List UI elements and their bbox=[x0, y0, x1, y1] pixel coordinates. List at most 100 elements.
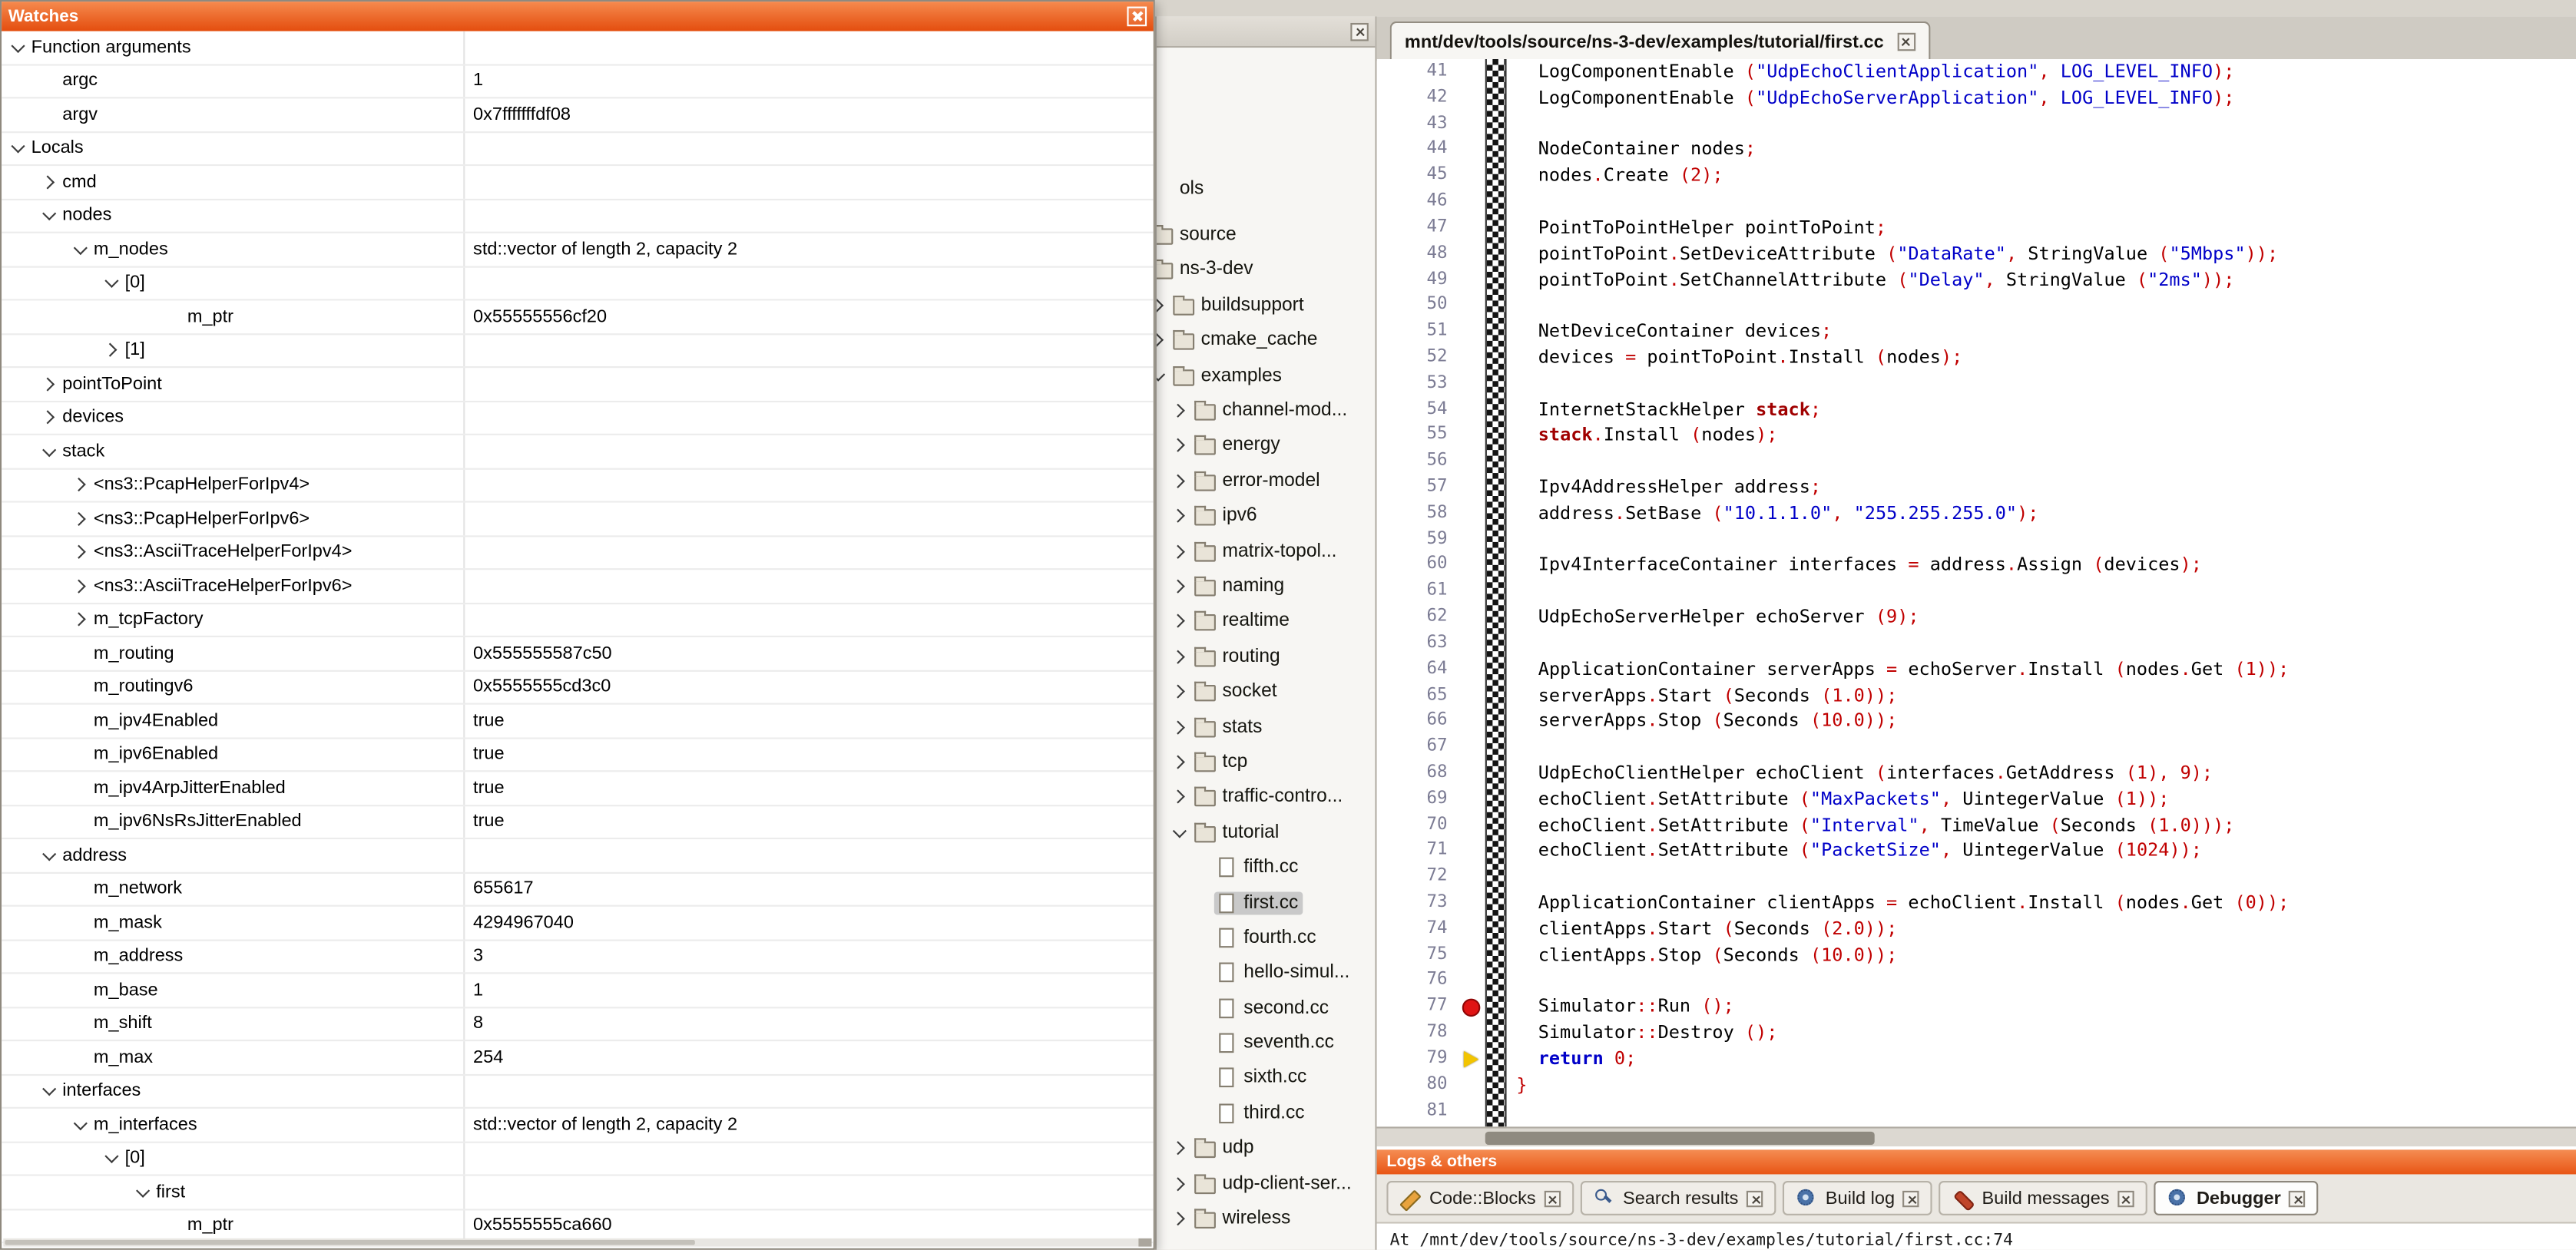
tree-item[interactable]: error-model bbox=[1157, 463, 1376, 498]
watch-row[interactable]: <ns3::AsciiTraceHelperForIpv4> bbox=[2, 536, 1154, 570]
watch-row[interactable]: Locals bbox=[2, 132, 1154, 166]
watch-value[interactable] bbox=[465, 166, 1153, 198]
watch-row[interactable]: m_base1 bbox=[2, 974, 1154, 1007]
watch-row[interactable]: Function arguments bbox=[2, 31, 1154, 65]
watch-value[interactable] bbox=[465, 31, 1153, 64]
tree-item[interactable]: stats bbox=[1157, 709, 1376, 745]
watch-row[interactable]: [0] bbox=[2, 267, 1154, 301]
watch-row[interactable]: <ns3::PcapHelperForIpv4> bbox=[2, 469, 1154, 503]
chevron-right-icon[interactable] bbox=[1170, 399, 1193, 422]
chevron-right-icon[interactable] bbox=[1170, 1172, 1193, 1195]
watch-row[interactable]: first bbox=[2, 1176, 1154, 1210]
watch-value[interactable]: 254 bbox=[465, 1041, 1153, 1073]
logs-tab-code-blocks[interactable]: Code::Blocks bbox=[1386, 1181, 1573, 1215]
chevron-right-icon[interactable] bbox=[1170, 716, 1193, 739]
chevron-right-icon[interactable] bbox=[39, 372, 62, 395]
tree-item[interactable]: examples bbox=[1157, 358, 1376, 393]
watch-value[interactable] bbox=[465, 1176, 1153, 1209]
tree-item[interactable]: routing bbox=[1157, 639, 1376, 674]
horizontal-scrollbar-thumb[interactable] bbox=[1485, 1132, 1875, 1145]
watch-value[interactable]: true bbox=[465, 772, 1153, 804]
watches-scrollbar-thumb[interactable] bbox=[5, 1240, 694, 1245]
logs-tab-debugger[interactable]: Debugger bbox=[2154, 1181, 2319, 1215]
tree-item[interactable]: realtime bbox=[1157, 604, 1376, 640]
tab-close-icon[interactable] bbox=[2289, 1190, 2305, 1206]
watch-value[interactable] bbox=[465, 334, 1153, 366]
watch-row[interactable]: m_ptr0x55555556cf20 bbox=[2, 300, 1154, 334]
chevron-right-icon[interactable] bbox=[1170, 680, 1193, 703]
horizontal-scrollbar[interactable] bbox=[1377, 1126, 2576, 1146]
chevron-right-icon[interactable] bbox=[1170, 610, 1193, 633]
watch-value[interactable]: true bbox=[465, 705, 1153, 737]
tree-item[interactable]: fifth.cc bbox=[1157, 850, 1376, 885]
tree-item[interactable]: fourth.cc bbox=[1157, 920, 1376, 955]
close-icon[interactable] bbox=[1350, 22, 1369, 41]
tree-item[interactable]: second.cc bbox=[1157, 990, 1376, 1026]
tree-item[interactable]: tcp bbox=[1157, 745, 1376, 780]
watch-value[interactable] bbox=[465, 132, 1153, 164]
watch-row[interactable]: cmd bbox=[2, 166, 1154, 200]
watch-row[interactable]: m_network655617 bbox=[2, 873, 1154, 907]
code-editor[interactable]: 4142434445464748495051525354555657585960… bbox=[1377, 59, 2576, 1126]
watch-row[interactable]: stack bbox=[2, 435, 1154, 469]
watch-row[interactable]: m_routingv60x5555555cd3c0 bbox=[2, 671, 1154, 705]
watch-value[interactable]: 0x55555556cf20 bbox=[465, 300, 1153, 332]
tab-close-icon[interactable] bbox=[1544, 1190, 1560, 1206]
watches-scrollbar[interactable] bbox=[3, 1238, 1151, 1247]
chevron-right-icon[interactable] bbox=[1170, 435, 1193, 458]
chevron-right-icon[interactable] bbox=[71, 507, 94, 530]
tree-item[interactable]: socket bbox=[1157, 674, 1376, 709]
tree-item[interactable]: udp bbox=[1157, 1131, 1376, 1166]
tab-close-icon[interactable] bbox=[1903, 1190, 1919, 1206]
watch-value[interactable] bbox=[465, 1075, 1153, 1107]
watch-value[interactable]: 0x7fffffffdf08 bbox=[465, 98, 1153, 131]
watch-row[interactable]: m_ipv4Enabledtrue bbox=[2, 705, 1154, 739]
watch-value[interactable] bbox=[465, 435, 1153, 468]
watch-row[interactable]: m_interfacesstd::vector of length 2, cap… bbox=[2, 1109, 1154, 1143]
watch-row[interactable]: pointToPoint bbox=[2, 368, 1154, 402]
chevron-right-icon[interactable] bbox=[71, 574, 94, 597]
watches-titlebar[interactable]: Watches bbox=[2, 2, 1154, 31]
watch-value[interactable]: 655617 bbox=[465, 873, 1153, 905]
tab-close-icon[interactable] bbox=[1897, 33, 1915, 51]
chevron-down-icon[interactable] bbox=[71, 1113, 94, 1136]
chevron-down-icon[interactable] bbox=[133, 1180, 156, 1203]
watch-value[interactable] bbox=[465, 1143, 1153, 1175]
watch-value[interactable]: 8 bbox=[465, 1007, 1153, 1040]
watch-row[interactable]: m_ipv6Enabledtrue bbox=[2, 739, 1154, 772]
watch-row[interactable]: <ns3::AsciiTraceHelperForIpv6> bbox=[2, 570, 1154, 604]
editor-tab[interactable]: mnt/dev/tools/source/ns-3-dev/examples/t… bbox=[1390, 21, 1930, 61]
watch-row[interactable]: address bbox=[2, 839, 1154, 873]
watch-value[interactable]: 0x5555555ca660 bbox=[465, 1209, 1153, 1242]
chevron-right-icon[interactable] bbox=[71, 474, 94, 497]
watch-value[interactable]: true bbox=[465, 739, 1153, 771]
watch-value[interactable] bbox=[465, 402, 1153, 434]
chevron-down-icon[interactable] bbox=[71, 238, 94, 261]
tree-item[interactable]: third.cc bbox=[1157, 1096, 1376, 1131]
chevron-right-icon[interactable] bbox=[1170, 1137, 1193, 1160]
watch-row[interactable]: m_tcpFactory bbox=[2, 604, 1154, 637]
watch-value[interactable] bbox=[465, 267, 1153, 299]
logs-tab-search-results[interactable]: Search results bbox=[1580, 1181, 1776, 1215]
tab-close-icon[interactable] bbox=[2117, 1190, 2134, 1206]
watch-row[interactable]: interfaces bbox=[2, 1075, 1154, 1109]
chevron-right-icon[interactable] bbox=[1170, 1207, 1193, 1230]
tree-item[interactable]: channel-mod... bbox=[1157, 393, 1376, 428]
tree-item[interactable]: udp-client-ser... bbox=[1157, 1166, 1376, 1202]
watch-value[interactable] bbox=[465, 839, 1153, 871]
tree-item[interactable]: wireless bbox=[1157, 1201, 1376, 1236]
chevron-down-icon[interactable] bbox=[8, 36, 31, 59]
chevron-right-icon[interactable] bbox=[1170, 750, 1193, 773]
chevron-down-icon[interactable] bbox=[8, 137, 31, 160]
watch-row[interactable]: <ns3::PcapHelperForIpv6> bbox=[2, 503, 1154, 537]
watch-row[interactable]: m_nodesstd::vector of length 2, capacity… bbox=[2, 233, 1154, 267]
watch-row[interactable]: m_ipv6NsRsJitterEnabledtrue bbox=[2, 805, 1154, 839]
tree-item[interactable]: buildsupport bbox=[1157, 288, 1376, 323]
chevron-down-icon[interactable] bbox=[39, 204, 62, 227]
resize-grip-icon[interactable] bbox=[1138, 1238, 1151, 1247]
tree-item[interactable]: energy bbox=[1157, 428, 1376, 464]
watch-value[interactable]: true bbox=[465, 805, 1153, 838]
marker-gutter[interactable] bbox=[1461, 59, 1485, 1126]
chevron-down-icon[interactable] bbox=[39, 844, 62, 867]
tree-item[interactable]: ipv6 bbox=[1157, 498, 1376, 534]
